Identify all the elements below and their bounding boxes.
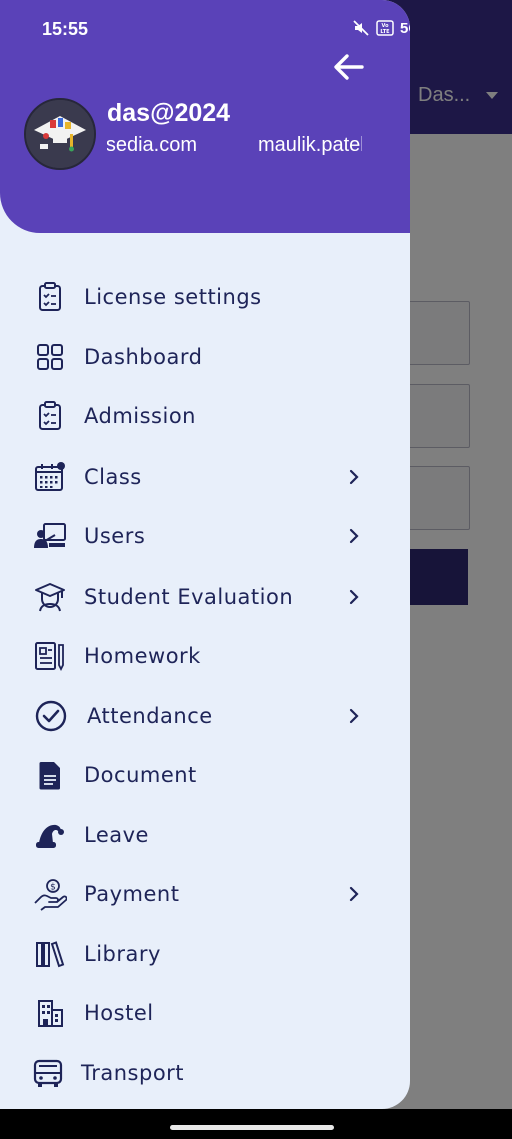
menu-label: Transport <box>81 1061 185 1085</box>
network-type: 5G <box>400 19 410 37</box>
menu-label: Users <box>84 524 146 548</box>
avatar[interactable] <box>24 98 96 170</box>
clipboard-check-icon <box>39 282 61 311</box>
drawer-header: 15:55 Vo LTE 5G <box>0 0 410 233</box>
menu-label: Student Evaluation <box>84 585 294 609</box>
check-circle-icon <box>35 700 67 732</box>
svg-text:LTE: LTE <box>380 29 390 35</box>
back-arrow-icon[interactable] <box>330 50 366 84</box>
document-icon <box>39 762 60 790</box>
homework-icon <box>35 642 64 672</box>
mute-icon <box>353 20 369 36</box>
menu-item-homework[interactable]: Homework <box>0 627 410 685</box>
volte-icon: Vo LTE <box>376 20 394 36</box>
menu-label: Homework <box>84 644 201 668</box>
menu-item-admission[interactable]: Admission <box>0 387 410 445</box>
building-icon <box>38 1000 63 1027</box>
menu-label: Attendance <box>87 704 213 728</box>
chevron-right-icon <box>349 589 359 605</box>
grid-icon <box>37 344 63 370</box>
user-handle: maulik.patel <box>258 134 362 156</box>
graduation-logo-icon <box>26 100 94 168</box>
menu-item-hostel[interactable]: Hostel <box>0 984 410 1042</box>
menu-item-library[interactable]: Library <box>0 925 410 983</box>
user-email: info@sedia.com <box>107 134 197 156</box>
menu-label: Class <box>84 465 142 489</box>
calendar-icon <box>35 462 65 491</box>
chevron-right-icon <box>349 886 359 902</box>
bus-icon <box>33 1059 63 1087</box>
status-time: 15:55 <box>42 19 89 39</box>
home-gesture-handle[interactable] <box>170 1125 334 1130</box>
menu-label: Payment <box>84 882 180 906</box>
menu-item-users[interactable]: Users <box>0 507 410 565</box>
menu-label: License settings <box>84 285 262 309</box>
system-navigation-bar <box>0 1109 512 1139</box>
menu-item-payment[interactable]: $ Payment <box>0 865 410 923</box>
menu-label: Library <box>84 942 161 966</box>
menu-item-student-evaluation[interactable]: Student Evaluation <box>0 568 410 626</box>
svg-text:$: $ <box>50 883 56 893</box>
menu-item-document[interactable]: Document <box>0 746 410 804</box>
chevron-right-icon <box>349 708 359 724</box>
books-icon <box>36 941 65 968</box>
teacher-board-icon <box>34 523 66 548</box>
navigation-drawer: 15:55 Vo LTE 5G <box>0 0 410 1109</box>
menu-item-license-settings[interactable]: License settings <box>0 268 410 326</box>
clipboard-check-icon <box>39 401 61 430</box>
menu-item-transport[interactable]: Transport <box>0 1044 410 1102</box>
menu-label: Document <box>84 763 197 787</box>
hand-coin-icon: $ <box>34 879 67 911</box>
menu-item-dashboard[interactable]: Dashboard <box>0 328 410 386</box>
menu-label: Hostel <box>84 1001 154 1025</box>
menu-item-class[interactable]: Class <box>0 448 410 506</box>
menu-label: Dashboard <box>84 345 203 369</box>
menu-label: Admission <box>84 404 196 428</box>
menu-item-leave[interactable]: Leave <box>0 806 410 864</box>
status-icons: Vo LTE 5G <box>352 19 410 37</box>
menu-label: Leave <box>84 823 149 847</box>
graduate-icon <box>35 583 65 612</box>
chevron-right-icon <box>349 469 359 485</box>
menu-item-attendance[interactable]: Attendance <box>0 687 410 745</box>
chevron-right-icon <box>349 528 359 544</box>
santa-hat-icon <box>36 824 64 848</box>
user-name: das@2024 <box>107 99 231 127</box>
